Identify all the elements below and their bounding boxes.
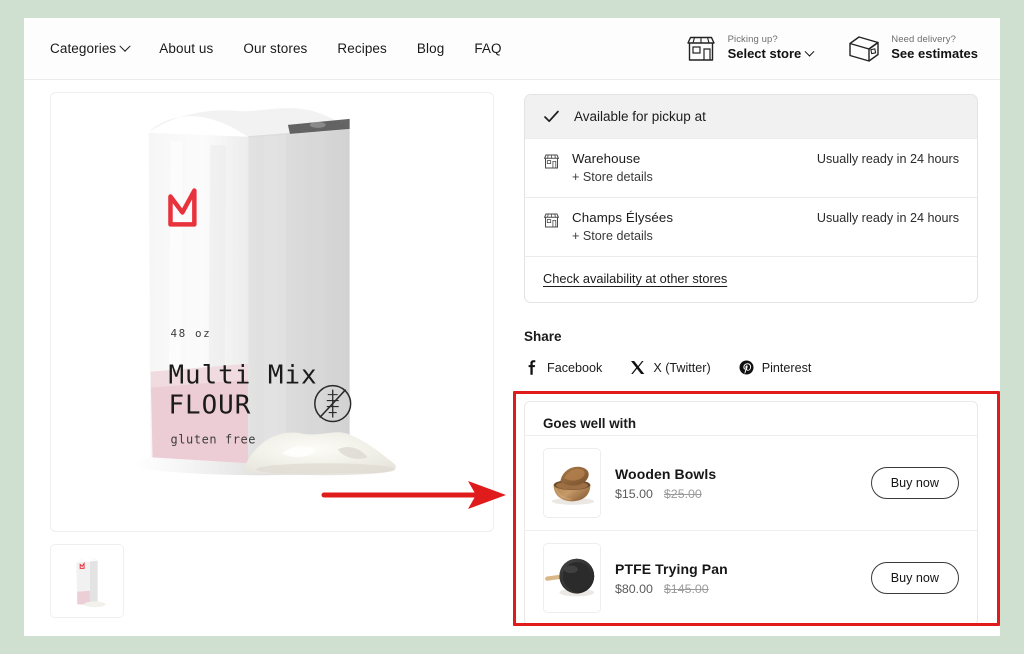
header-actions: Picking up? Select store Need delivery? … [684,34,978,64]
header-pickup-action: Select store [727,46,815,62]
pickup-panel-footer: Check availability at other stores [525,256,977,302]
facebook-icon [528,360,536,375]
goes-well-with-item-info: Wooden Bowls $15.00 $25.00 [615,466,871,501]
pickup-store-info: Warehouse + Store details [572,151,817,184]
goes-well-with-item: Wooden Bowls $15.00 $25.00 Buy now [525,435,977,530]
nav-item-label: About us [159,41,214,56]
flour-bag-illustration: 48 oz Multi Mix FLOUR gluten free [130,108,400,476]
header-delivery-action: See estimates [891,46,978,62]
chevron-down-icon [119,40,131,52]
header-delivery-action-label: See estimates [891,46,978,62]
svg-text:48 oz: 48 oz [170,327,211,340]
pickup-panel-heading: Available for pickup at [574,109,706,124]
product-thumbnails [50,544,502,618]
pickup-store-row: Champs Élysées + Store details Usually r… [525,197,977,256]
goes-well-with-item: PTFE Trying Pan $80.00 $145.00 Buy now [525,530,977,625]
product-main-image[interactable]: 48 oz Multi Mix FLOUR gluten free [50,92,494,532]
share-links: Facebook X (Twitter) Pinterest [524,360,978,375]
goes-well-with-item-info: PTFE Trying Pan $80.00 $145.00 [615,561,871,596]
pinterest-icon [739,360,754,375]
share-x-twitter[interactable]: X (Twitter) [630,360,711,375]
nav-item-faq[interactable]: FAQ [474,41,501,56]
nav-item-label: Our stores [243,41,308,56]
goes-well-with-item-price: $80.00 [615,581,653,596]
storefront-icon [543,154,560,169]
pickup-store-details-link[interactable]: + Store details [572,229,817,243]
storefront-icon [686,36,715,61]
nav-item-categories[interactable]: Categories [50,40,131,56]
product-gallery: 48 oz Multi Mix FLOUR gluten free [24,80,502,626]
share-label: Pinterest [761,360,812,375]
share-section: Share Facebook X (Twitter) Pinterest [524,329,978,375]
share-pinterest[interactable]: Pinterest [739,360,812,375]
share-facebook[interactable]: Facebook [524,360,602,375]
site-header: Categories About us Our stores Recipes B… [24,18,1000,80]
nav-item-blog[interactable]: Blog [417,41,444,56]
check-other-stores-link[interactable]: Check availability at other stores [543,271,727,286]
share-label: X (Twitter) [653,360,711,375]
goes-well-with-item-name: PTFE Trying Pan [615,560,728,577]
nav-item-label: Recipes [337,41,387,56]
goes-well-with-title: Goes well with [543,416,637,431]
header-pickup-selector[interactable]: Picking up? Select store [684,34,815,64]
goes-well-with-item-prices: $80.00 $145.00 [615,582,871,596]
pickup-store-name: Warehouse [572,151,641,166]
x-twitter-icon [631,361,645,374]
goes-well-with-section: Goes well with Wooden Bowls $15.00 $25.0… [524,401,978,626]
goes-well-with-item-image[interactable] [543,543,601,613]
buy-now-button[interactable]: Buy now [870,467,959,499]
pickup-store-row: Warehouse + Store details Usually ready … [525,138,977,197]
nav-item-recipes[interactable]: Recipes [337,41,386,56]
goes-well-with-item-compare-price: $25.00 [663,486,702,501]
header-delivery-text: Need delivery? See estimates [891,34,978,62]
frying-pan-icon [544,544,600,612]
header-pickup-text: Picking up? Select store [727,34,815,62]
goes-well-with-item-name: Wooden Bowls [615,465,717,482]
pickup-availability-panel: Available for pickup at Warehouse + Stor… [524,94,978,303]
nav-item-label: Categories [50,41,117,56]
flour-bag-thumbnail-icon [51,545,123,617]
product-details-column: Available for pickup at Warehouse + Stor… [502,80,1000,626]
goes-well-with-item-price: $15.00 [615,486,653,501]
checkmark-icon [544,110,559,123]
goes-well-with-item-image[interactable] [543,448,601,518]
package-box-icon [849,35,879,62]
pickup-panel-header: Available for pickup at [525,95,977,138]
header-pickup-action-label: Select store [727,46,802,62]
wooden-bowls-icon [544,449,600,517]
product-page-main: 48 oz Multi Mix FLOUR gluten free Availa… [24,80,1000,626]
nav-item-about-us[interactable]: About us [159,41,213,56]
nav-item-our-stores[interactable]: Our stores [243,41,307,56]
main-navigation: Categories About us Our stores Recipes B… [50,40,502,56]
pickup-store-ready-time: Usually ready in 24 hours [816,152,959,166]
buy-now-button[interactable]: Buy now [870,562,959,594]
pickup-store-details-link[interactable]: + Store details [572,170,817,184]
share-title: Share [524,329,562,344]
header-delivery-caption: Need delivery? [891,34,957,46]
nav-item-label: FAQ [474,41,502,56]
svg-text:Multi Mix: Multi Mix [168,361,317,391]
chevron-down-icon [804,46,815,57]
header-pickup-caption: Picking up? [727,34,778,46]
screenshot-root: Categories About us Our stores Recipes B… [0,0,1024,654]
pickup-store-info: Champs Élysées + Store details [572,210,817,243]
share-label: Facebook [547,360,603,375]
pickup-store-ready-time: Usually ready in 24 hours [816,211,959,225]
header-delivery-estimates[interactable]: Need delivery? See estimates [847,34,978,64]
goes-well-with-item-compare-price: $145.00 [663,581,709,596]
product-thumbnail-1[interactable] [50,544,124,618]
storefront-icon [543,213,560,228]
page-card: Categories About us Our stores Recipes B… [24,18,1000,636]
svg-text:FLOUR: FLOUR [168,391,251,421]
nav-item-label: Blog [416,41,445,56]
pickup-store-name: Champs Élysées [572,210,674,225]
svg-text:gluten free: gluten free [170,432,256,446]
goes-well-with-item-prices: $15.00 $25.00 [615,487,871,501]
